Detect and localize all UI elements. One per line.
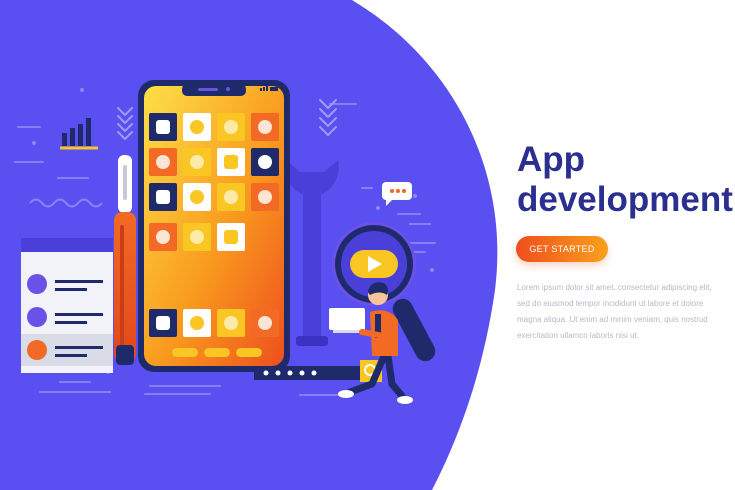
password-bar (254, 366, 360, 380)
settings-card-icon (21, 238, 113, 373)
get-started-button[interactable]: GET STARTED (516, 236, 608, 262)
smartphone-icon (138, 80, 290, 372)
play-icon (350, 250, 398, 278)
hero-illustration (0, 0, 498, 490)
page-title: App development (517, 140, 733, 220)
body-paragraph: Lorem ipsum dolor sit amet, consectetur … (517, 283, 712, 340)
title-line-2: development (517, 180, 733, 219)
title-line-1: App (517, 140, 586, 179)
